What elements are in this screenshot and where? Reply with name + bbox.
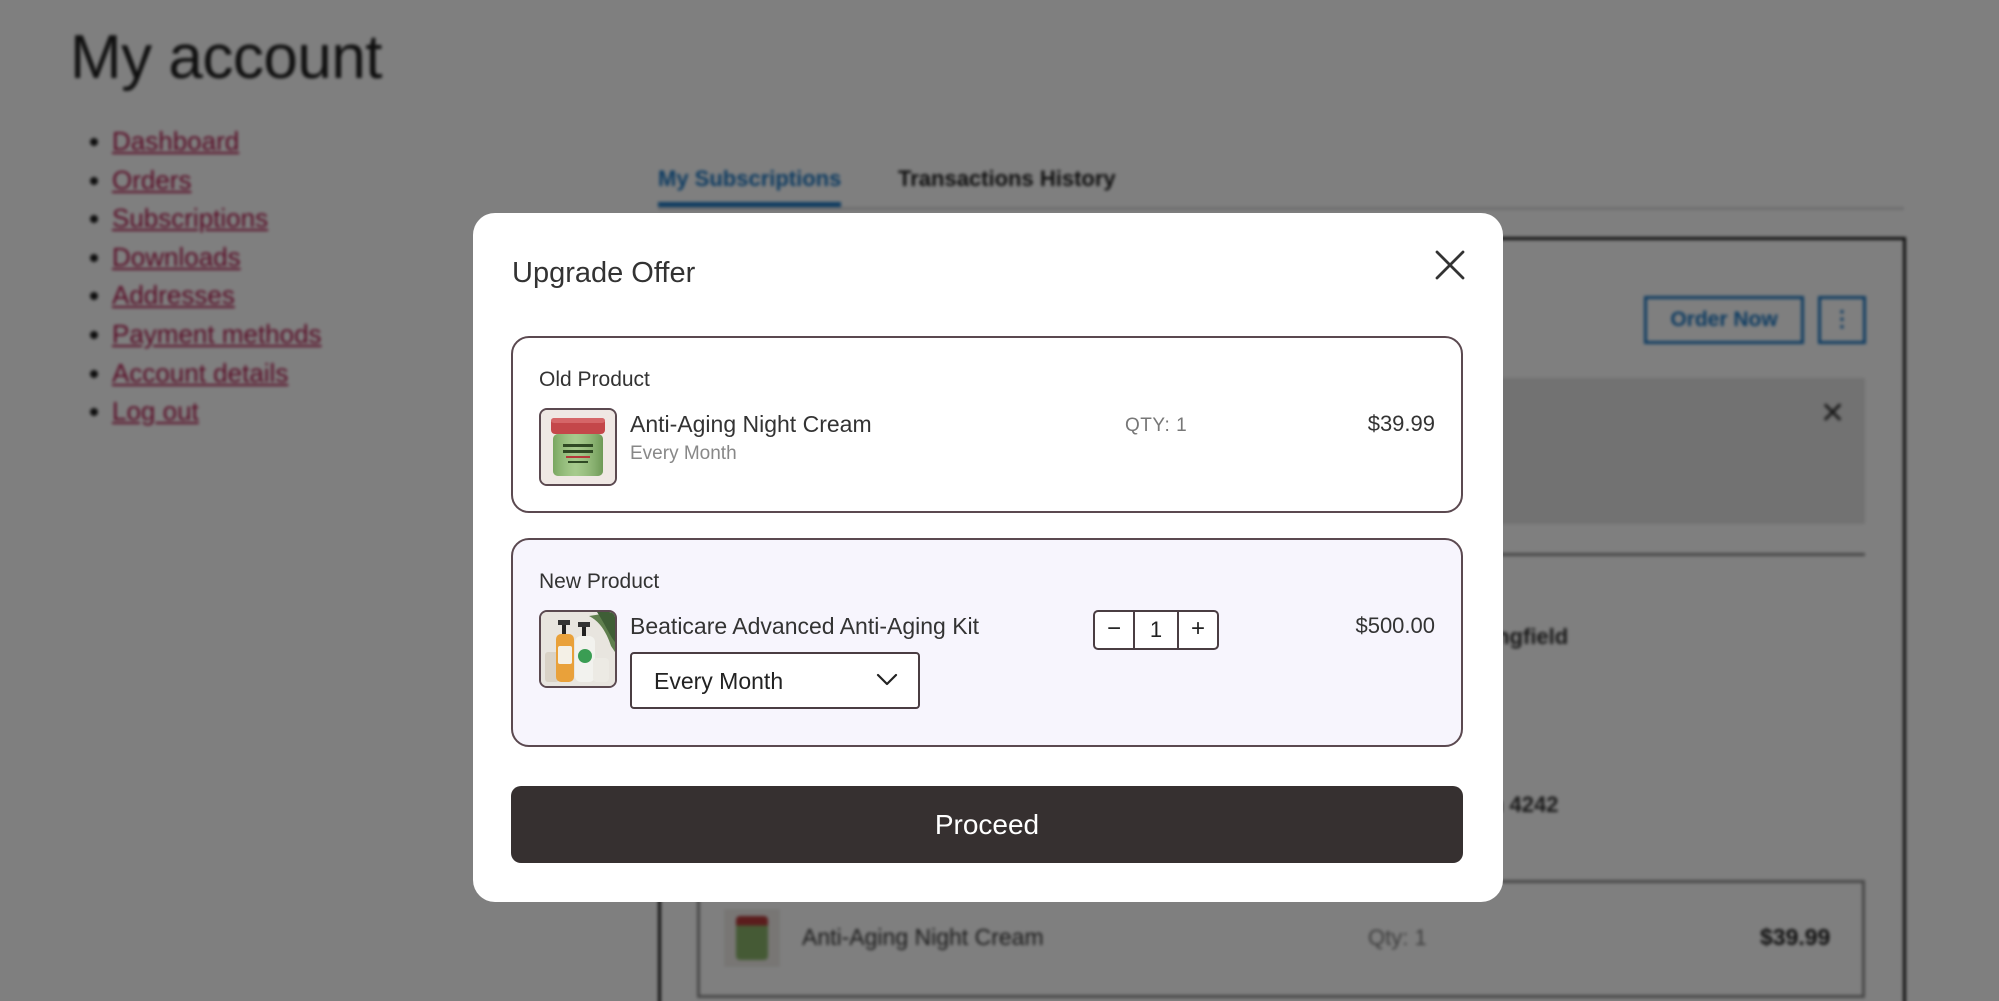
old-product-frequency: Every Month — [630, 443, 737, 464]
close-icon — [1435, 250, 1465, 280]
old-product-label: Old Product — [539, 368, 650, 391]
upgrade-offer-modal: Upgrade Offer Old Product Anti-Aging Nig… — [473, 213, 1503, 902]
quantity-decrease-button[interactable]: − — [1095, 612, 1135, 648]
quantity-stepper: − + — [1093, 610, 1219, 650]
frequency-selected-value: Every Month — [654, 668, 784, 694]
new-product-price: $500.00 — [1355, 613, 1435, 638]
old-product-name: Anti-Aging Night Cream — [630, 411, 872, 437]
close-button[interactable] — [1433, 248, 1467, 282]
old-product-price: $39.99 — [1367, 411, 1435, 436]
old-product-qty: QTY: 1 — [1125, 415, 1188, 436]
chevron-down-icon — [876, 673, 898, 686]
proceed-button[interactable]: Proceed — [511, 786, 1463, 863]
cream-jar-icon — [541, 410, 615, 484]
modal-title: Upgrade Offer — [512, 257, 696, 289]
new-product-card: New Product Beaticare Advanced Anti-Agin… — [511, 538, 1463, 747]
skincare-kit-icon — [541, 612, 615, 686]
old-product-card: Old Product Anti-Aging Night Cream Every… — [511, 336, 1463, 513]
old-product-image — [539, 408, 617, 486]
frequency-select[interactable]: Every Month — [630, 652, 920, 709]
quantity-increase-button[interactable]: + — [1177, 612, 1217, 648]
quantity-input[interactable] — [1135, 612, 1177, 648]
new-product-image — [539, 610, 617, 688]
new-product-label: New Product — [539, 570, 660, 593]
new-product-name: Beaticare Advanced Anti-Aging Kit — [630, 613, 980, 639]
